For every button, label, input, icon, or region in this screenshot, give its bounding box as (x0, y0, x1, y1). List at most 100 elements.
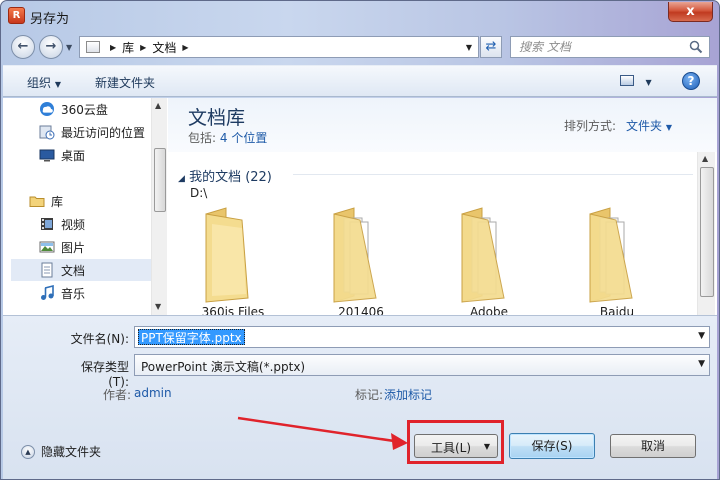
view-icon (620, 75, 634, 86)
chevron-down-icon[interactable]: ▼ (698, 331, 705, 341)
collapse-up-icon: ▲ (21, 444, 35, 459)
filename-field[interactable]: PPT保留字体.pptx ▼ (134, 326, 710, 348)
search-input[interactable] (519, 39, 679, 55)
nav-item-label: 360云盘 (61, 102, 108, 117)
nav-item-desktop[interactable]: 桌面 (11, 144, 151, 166)
content-scrollbar[interactable]: ▲ (697, 152, 715, 315)
locations-link[interactable]: 4 个位置 (220, 131, 267, 145)
red-arrow-annotation (237, 416, 408, 450)
nav-item-label: 最近访问的位置 (61, 125, 146, 140)
tags-label: 标记: (355, 388, 384, 402)
scroll-thumb[interactable] (700, 167, 714, 297)
tags-field[interactable]: 添加标记 (384, 386, 432, 403)
organize-label: 组织 (27, 76, 52, 90)
nav-item-label: 音乐 (61, 286, 86, 301)
chevron-right-icon[interactable]: ▶ (140, 43, 146, 52)
nav-item-label: 桌面 (61, 148, 86, 163)
save-as-dialog: R 另存为 x ← → ▼ ▶ 库 ▶ 文档 ▶ ▼ ⇄ 组织 ▼ 新建文件夹 … (0, 0, 720, 480)
chevron-right-icon[interactable]: ▶ (110, 43, 116, 52)
folder-item[interactable]: 360js Files (178, 206, 288, 319)
nav-item-label: 视频 (61, 217, 86, 232)
nav-scrollbar[interactable]: ▲ ▼ (151, 98, 167, 315)
forward-button[interactable]: → (39, 35, 63, 59)
scroll-up-icon[interactable]: ▲ (155, 101, 161, 110)
video-icon (41, 218, 53, 230)
group-divider (293, 174, 693, 175)
scroll-thumb[interactable] (154, 148, 166, 212)
recent-places-icon (39, 125, 55, 140)
folder-item[interactable]: Baidu (562, 206, 672, 319)
folder-icon (86, 41, 100, 53)
history-dropdown-icon[interactable]: ▼ (66, 43, 72, 52)
help-button[interactable]: ? (682, 72, 700, 90)
nav-item-video[interactable]: 视频 (11, 213, 151, 235)
cancel-button[interactable]: 取消 (610, 434, 696, 458)
documents-icon (41, 262, 53, 278)
breadcrumb-item-documents[interactable]: 文档 (152, 39, 176, 56)
group-header[interactable]: ◢ 我的文档 (22) (178, 166, 272, 185)
cloud-icon (40, 102, 54, 116)
file-list-pane: 文档库 包括: 4 个位置 排列方式: 文件夹 ▼ ◢ 我的文档 (22) D:… (168, 98, 717, 319)
collapse-icon[interactable]: ◢ (178, 174, 185, 184)
save-button[interactable]: 保存(S) (509, 433, 595, 459)
hide-folders-toggle[interactable]: ▲ 隐藏文件夹 (21, 443, 101, 460)
folder-icon (589, 207, 633, 303)
view-button[interactable]: ▼ (620, 74, 652, 88)
picture-icon (39, 241, 55, 253)
folder-icon (205, 207, 249, 303)
highlight-annotation (407, 420, 504, 464)
chevron-down-icon: ▼ (645, 78, 652, 87)
main-area: 360云盘 最近访问的位置 桌面 库 视频 图片 文档 音乐 ▲ ▼ 文档库 包… (3, 98, 717, 319)
savetype-select[interactable]: PowerPoint 演示文稿(*.pptx) ▼ (134, 354, 710, 376)
breadcrumb-item-library[interactable]: 库 (122, 39, 134, 56)
nav-item-label: 文档 (61, 263, 86, 278)
close-button[interactable]: x (668, 2, 713, 22)
window-title: 另存为 (30, 12, 70, 27)
author-field[interactable]: admin (134, 386, 172, 400)
organize-button[interactable]: 组织 ▼ (27, 74, 61, 91)
breadcrumb[interactable]: ▶ 库 ▶ 文档 ▶ ▼ (79, 36, 479, 58)
savetype-value: PowerPoint 演示文稿(*.pptx) (141, 360, 306, 374)
command-toolbar: 组织 ▼ 新建文件夹 ▼ ? (3, 65, 717, 97)
desktop-icon (39, 149, 55, 162)
filename-value[interactable]: PPT保留字体.pptx (138, 329, 245, 345)
nav-item-label: 库 (51, 194, 64, 209)
savetype-label: 保存类型(T): (80, 360, 129, 389)
nav-item-library[interactable]: 库 (11, 190, 151, 212)
title-bar: R 另存为 x (1, 1, 719, 31)
back-button[interactable]: ← (11, 35, 35, 59)
group-title: 我的文档 (22) (189, 170, 272, 185)
folder-item[interactable]: 201406 (306, 206, 416, 319)
refresh-button[interactable]: ⇄ (480, 36, 502, 58)
scroll-up-icon[interactable]: ▲ (702, 154, 708, 163)
navigation-pane: 360云盘 最近访问的位置 桌面 库 视频 图片 文档 音乐 ▲ ▼ (3, 98, 167, 315)
music-icon (41, 285, 54, 300)
folder-icon (461, 207, 505, 303)
nav-item-music[interactable]: 音乐 (11, 282, 151, 304)
address-row: ← → ▼ ▶ 库 ▶ 文档 ▶ ▼ ⇄ (1, 31, 719, 63)
library-title: 文档库 (188, 107, 246, 129)
folder-item[interactable]: Adobe (434, 206, 544, 319)
nav-item-360-cloud[interactable]: 360云盘 (11, 98, 151, 120)
chevron-right-icon[interactable]: ▶ (182, 43, 188, 52)
new-folder-button[interactable]: 新建文件夹 (95, 74, 155, 91)
library-icon (29, 196, 45, 207)
arrange-by-dropdown[interactable]: 文件夹 ▼ (626, 117, 672, 134)
group-path: D:\ (190, 186, 208, 200)
arrange-by-value: 文件夹 (626, 119, 663, 133)
scroll-down-icon[interactable]: ▼ (155, 302, 161, 311)
nav-item-recent-places[interactable]: 最近访问的位置 (11, 121, 151, 143)
app-icon: R (8, 7, 25, 24)
includes-label: 包括: (188, 131, 217, 145)
search-icon[interactable] (689, 40, 703, 54)
library-header: 文档库 包括: 4 个位置 排列方式: 文件夹 ▼ (168, 98, 717, 152)
library-includes: 包括: 4 个位置 (188, 129, 267, 146)
nav-item-pictures[interactable]: 图片 (11, 236, 151, 258)
nav-item-documents[interactable]: 文档 (11, 259, 151, 281)
chevron-down-icon: ▼ (665, 123, 672, 132)
arrange-by-label: 排列方式: (564, 119, 617, 133)
chevron-down-icon[interactable]: ▼ (466, 43, 472, 52)
search-box[interactable] (510, 36, 710, 58)
author-label: 作者: (103, 388, 132, 402)
chevron-down-icon[interactable]: ▼ (698, 359, 705, 369)
